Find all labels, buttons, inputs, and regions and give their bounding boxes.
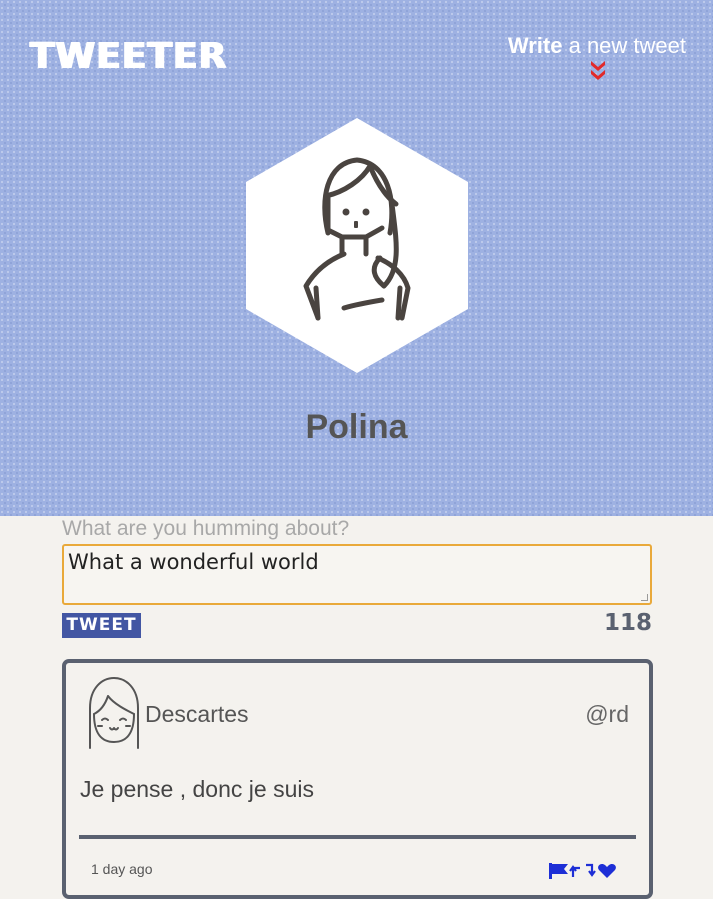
compose-label: What are you humming about?	[62, 517, 350, 540]
retweet-icon[interactable]	[569, 863, 596, 877]
flag-icon[interactable]	[549, 863, 568, 879]
tweet-button[interactable]: TWEET	[62, 613, 141, 638]
tweet-card: Descartes @rd Je pense , donc je suis 1 …	[62, 659, 653, 899]
tweet-author-handle: @rd	[585, 701, 629, 727]
app-logo[interactable]: TWEETER	[30, 36, 227, 77]
write-new-tweet-link[interactable]: Write a new tweet	[508, 33, 686, 59]
tweet-textarea[interactable]: What a wonderful world	[62, 544, 652, 605]
double-chevron-down-icon[interactable]	[588, 59, 608, 81]
heart-icon[interactable]	[598, 863, 616, 878]
tweet-text: Je pense , donc je suis	[80, 776, 314, 802]
profile-name: Polina	[305, 408, 408, 446]
write-link-rest: a new tweet	[562, 33, 686, 58]
character-counter: 118	[603, 610, 652, 636]
write-link-bold: Write	[507, 33, 563, 58]
tweet-divider	[79, 835, 636, 839]
tweet-actions	[549, 863, 616, 879]
tweet-author-name: Descartes	[145, 701, 249, 727]
profile-avatar	[246, 118, 468, 373]
profile-header: TWEETER Write a new tweet Polina	[0, 0, 713, 516]
smiling-girl-avatar-icon	[89, 677, 139, 749]
